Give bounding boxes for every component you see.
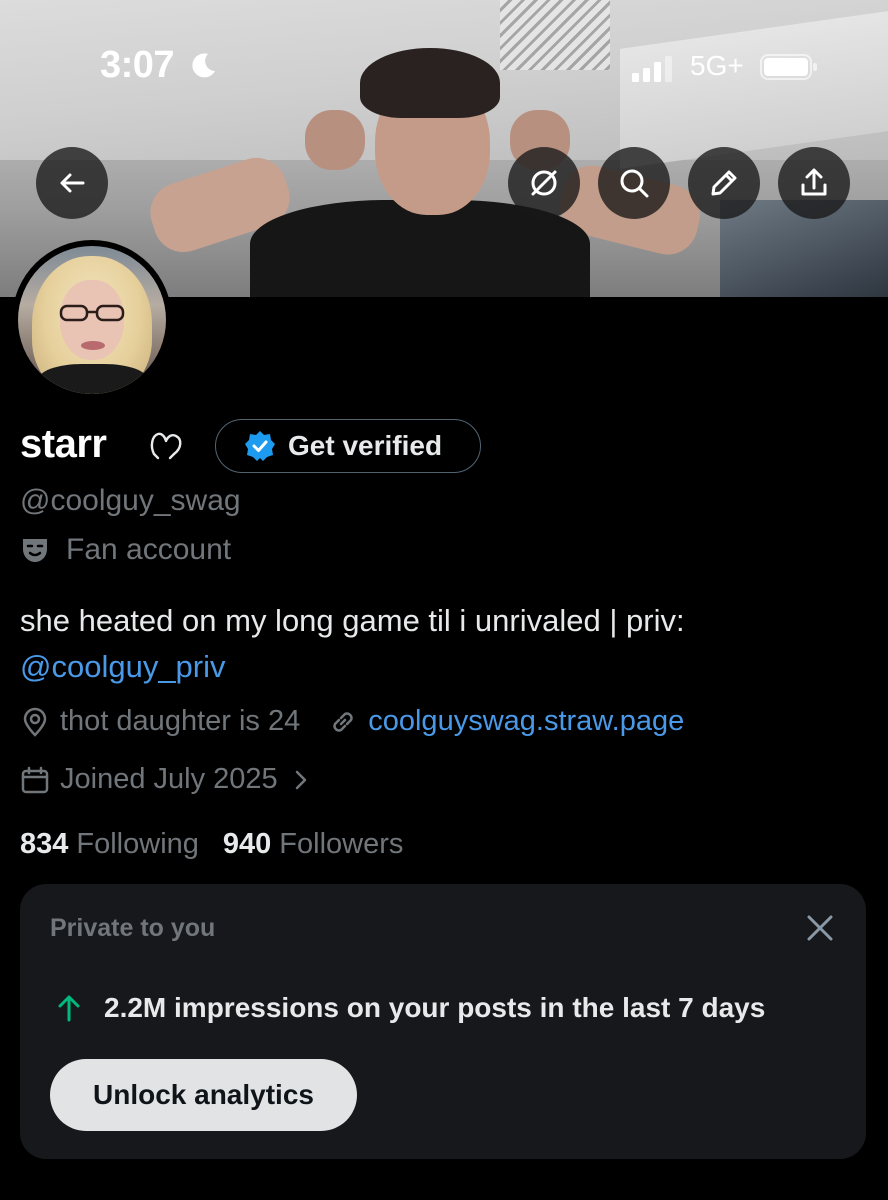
card-title: Private to you: [50, 914, 216, 942]
get-verified-label: Get verified: [288, 430, 443, 461]
calendar-icon: [21, 766, 49, 793]
link-icon: [333, 711, 353, 732]
followers-count[interactable]: 940: [223, 828, 271, 861]
location: thot daughter is 24: [20, 705, 300, 738]
grok-button[interactable]: [508, 147, 580, 219]
battery-icon: [760, 54, 817, 80]
avatar-glasses: [59, 304, 125, 322]
user-handle: @coolguy_swag: [20, 484, 241, 517]
bio-text: she heated on my long game til i unrival…: [20, 603, 685, 638]
avatar-lips: [81, 341, 105, 350]
signal-icon: [632, 56, 672, 82]
location-icon: [23, 707, 47, 737]
joined-date[interactable]: Joined July 2025: [20, 763, 312, 796]
share-button[interactable]: [778, 147, 850, 219]
edit-icon: [711, 170, 737, 196]
moon-icon: [192, 53, 215, 78]
chevron-right-icon: [295, 770, 306, 789]
avatar-shirt: [38, 364, 148, 394]
follow-stats: 834 Following 940 Followers: [20, 828, 427, 861]
mask-icon: [23, 539, 47, 562]
location-text: thot daughter is 24: [60, 705, 301, 737]
impressions-stat: 2.2M impressions on your posts in the la…: [54, 992, 765, 1024]
arrow-up-icon: [58, 995, 80, 1022]
banner-fist-left: [305, 110, 365, 170]
search-button[interactable]: [598, 147, 670, 219]
verified-badge-icon: [245, 431, 275, 461]
network-type: 5G+: [690, 50, 744, 81]
banner-vent: [500, 0, 610, 70]
profile-meta: thot daughter is 24 coolguyswag.straw.pa…: [20, 705, 712, 738]
avatar-image: [18, 246, 166, 394]
share-icon: [801, 168, 827, 196]
account-label[interactable]: Fan account: [20, 533, 231, 567]
grok-icon: [531, 170, 557, 196]
website-link[interactable]: coolguyswag.straw.page: [368, 705, 684, 738]
get-verified-button[interactable]: Get verified: [215, 419, 481, 473]
back-arrow-icon: [60, 173, 85, 193]
status-time: 3:07: [100, 44, 175, 86]
account-label-text: Fan account: [66, 533, 232, 566]
close-icon[interactable]: [802, 910, 838, 946]
following-count[interactable]: 834: [20, 828, 68, 861]
back-button[interactable]: [36, 147, 108, 219]
following-label[interactable]: Following: [76, 828, 199, 861]
display-name: starr: [20, 422, 107, 466]
avatar[interactable]: [12, 240, 172, 400]
banner-hair: [360, 48, 500, 118]
bio: she heated on my long game til i unrival…: [20, 598, 870, 690]
followers-label[interactable]: Followers: [279, 828, 403, 861]
bio-mention-link[interactable]: @coolguy_priv: [20, 644, 870, 690]
website[interactable]: coolguyswag.straw.page: [328, 705, 684, 738]
edit-button[interactable]: [688, 147, 760, 219]
impressions-text: 2.2M impressions on your posts in the la…: [104, 992, 766, 1023]
joined-text: Joined July 2025: [60, 763, 278, 795]
unlock-analytics-button[interactable]: Unlock analytics: [50, 1059, 357, 1131]
heart-hands-icon: [150, 432, 182, 460]
private-insights-card: Private to you 2.2M impressions on your …: [20, 884, 866, 1159]
search-icon: [620, 169, 649, 198]
